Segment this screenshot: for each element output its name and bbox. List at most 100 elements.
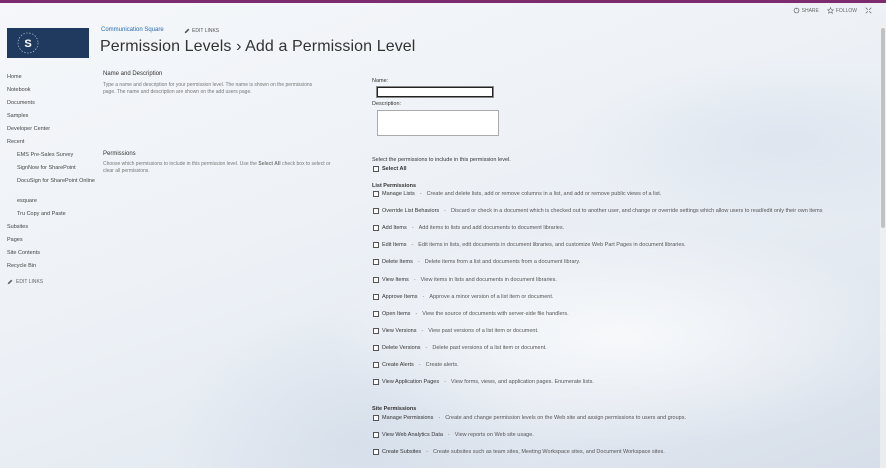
permission-name: View Versions	[382, 327, 417, 334]
permission-checkbox[interactable]	[373, 225, 379, 232]
permission-checkbox[interactable]	[373, 327, 379, 334]
nav-item-samples[interactable]: Samples	[7, 110, 97, 123]
star-icon	[826, 7, 834, 14]
permission-row[interactable]: Open Items - View the source of documents …	[373, 310, 569, 317]
permission-separator: -	[411, 225, 414, 232]
focus-mode-icon	[865, 7, 872, 14]
permission-checkbox[interactable]	[373, 432, 379, 438]
permission-checkbox[interactable]	[373, 208, 379, 215]
nav-recent-esquare[interactable]: esquare	[7, 195, 97, 208]
nav-recent-docusign[interactable]: DocuSign for SharePoint Online	[7, 175, 97, 195]
permission-name: Add Items	[382, 225, 407, 232]
permission-separator: -	[413, 276, 416, 283]
permissions-section-description: Choose which permissions to include in t…	[103, 161, 333, 174]
permission-row[interactable]: Delete Items - Delete items from a list an…	[373, 259, 580, 266]
permission-checkbox[interactable]	[373, 362, 379, 368]
permission-row[interactable]: View Web Analytics Data - View reports on …	[373, 432, 534, 438]
share-button[interactable]: SHARE	[793, 7, 819, 14]
permission-row[interactable]: View Application Pages - View forms, views…	[373, 379, 594, 386]
permission-name: View Application Pages	[382, 379, 440, 386]
site-logo-icon: S	[17, 32, 39, 54]
permission-checkbox[interactable]	[373, 276, 379, 283]
top-edit-links[interactable]: EDIT LINKS	[184, 28, 219, 34]
permission-checkbox[interactable]	[373, 449, 379, 455]
permission-description: Add items to lists and add documents to …	[418, 225, 565, 232]
permission-row[interactable]: Manage Lists - Create and delete lists, ad…	[373, 191, 661, 197]
share-label: SHARE	[801, 7, 819, 14]
permission-description: View reports on Web site usage.	[454, 432, 534, 438]
permission-row[interactable]: Override List Behaviors - Discard or check…	[373, 208, 822, 215]
permission-row[interactable]: Delete Versions - Delete past versions of …	[373, 344, 547, 351]
permission-checkbox[interactable]	[373, 379, 379, 386]
permission-row[interactable]: Create Alerts - Create alerts.	[373, 362, 459, 368]
nav-item-home[interactable]: Home	[7, 71, 97, 84]
permission-separator: -	[421, 327, 424, 334]
nav-recent-tru-copy[interactable]: Tru Copy and Paste	[7, 208, 97, 221]
permission-row[interactable]: View Items - View items in lists and docum…	[373, 276, 557, 283]
permissions-desc-pre: Choose which permissions to include in t…	[103, 161, 259, 167]
permission-checkbox[interactable]	[373, 310, 379, 317]
permission-row[interactable]: Manage Permissions - Create and change per…	[373, 415, 686, 421]
permission-description: View forms, views, and application pages…	[450, 379, 594, 386]
permission-description: Create alerts.	[425, 362, 459, 368]
permission-separator: -	[417, 259, 420, 266]
nav-item-recycle-bin[interactable]: Recycle Bin	[7, 260, 97, 273]
permission-name: Manage Lists	[382, 191, 415, 197]
scrollbar-thumb[interactable]	[881, 28, 885, 228]
permission-checkbox[interactable]	[373, 344, 379, 351]
permission-row[interactable]: Add Items - Add items to lists and add doc…	[373, 225, 565, 232]
nav-edit-links[interactable]: EDIT LINKS	[7, 279, 97, 285]
follow-label: FOLLOW	[835, 7, 857, 14]
nav-item-recent: Recent	[7, 139, 25, 145]
focus-button[interactable]	[865, 7, 872, 14]
permission-separator: -	[447, 432, 450, 438]
permission-name: Edit Items	[382, 242, 407, 249]
site-title[interactable]: Communication Square	[101, 27, 164, 33]
permission-name: Delete Versions	[382, 344, 421, 351]
site-logo[interactable]: S	[7, 28, 89, 58]
pencil-icon	[184, 28, 190, 34]
permission-row[interactable]: Approve Items - Approve a minor version of…	[373, 293, 554, 300]
follow-button[interactable]: FOLLOW	[826, 7, 857, 14]
permission-description: View the source of documents with server…	[422, 310, 569, 317]
permission-checkbox[interactable]	[373, 191, 379, 197]
permission-description: Approve a minor version of a list item o…	[429, 293, 554, 300]
permission-name: Create Alerts	[382, 362, 414, 368]
permission-checkbox[interactable]	[373, 415, 379, 421]
permission-description: View items in lists and documents in doc…	[420, 276, 557, 283]
permissions-section-heading: Permissions	[103, 151, 136, 157]
nav-recent-signnow[interactable]: SignNow for SharePoint	[7, 162, 97, 175]
permission-separator: -	[419, 191, 422, 197]
nav-item-subsites[interactable]: Subsites	[7, 221, 97, 234]
permission-name: View Items	[382, 276, 409, 283]
select-all-label: Select All	[382, 166, 407, 172]
name-input[interactable]	[376, 86, 494, 98]
site-permissions-heading: Site Permissions	[372, 406, 417, 412]
permission-separator: -	[444, 379, 446, 386]
top-edit-links-label: EDIT LINKS	[192, 28, 220, 34]
select-all-checkbox[interactable]	[373, 166, 379, 172]
permission-row[interactable]: Edit Items - Edit items in lists, edit doc…	[373, 242, 686, 249]
permission-name: View Web Analytics Data	[382, 432, 443, 438]
permission-checkbox[interactable]	[373, 259, 379, 266]
nav-item-site-contents[interactable]: Site Contents	[7, 247, 97, 260]
name-section-description: Type a name and description for your per…	[103, 82, 313, 95]
permission-row[interactable]: Create Subsites - Create subsites such as …	[373, 449, 665, 455]
nav-edit-links-label: EDIT LINKS	[16, 279, 44, 285]
permission-checkbox[interactable]	[373, 242, 379, 249]
permission-checkbox[interactable]	[373, 293, 379, 300]
nav-item-notebook[interactable]: Notebook	[7, 84, 97, 97]
select-all-row[interactable]: Select All	[373, 166, 407, 172]
permission-row[interactable]: View Versions - View past versions of a li…	[373, 327, 539, 334]
description-textarea[interactable]	[377, 110, 499, 136]
nav-item-pages[interactable]: Pages	[7, 234, 97, 247]
suite-actions: SHARE FOLLOW	[793, 7, 872, 14]
permission-name: Override List Behaviors	[382, 208, 440, 215]
nav-item-documents[interactable]: Documents	[7, 97, 97, 110]
permission-separator: -	[426, 449, 428, 455]
permission-name: Manage Permissions	[382, 415, 434, 421]
nav-item-developer-center[interactable]: Developer Center	[7, 123, 97, 136]
list-permissions-heading: List Permissions	[372, 183, 417, 189]
nav-recent-ems-survey[interactable]: EMS Pre-Sales Survey	[7, 149, 97, 162]
permission-name: Open Items	[382, 310, 411, 317]
